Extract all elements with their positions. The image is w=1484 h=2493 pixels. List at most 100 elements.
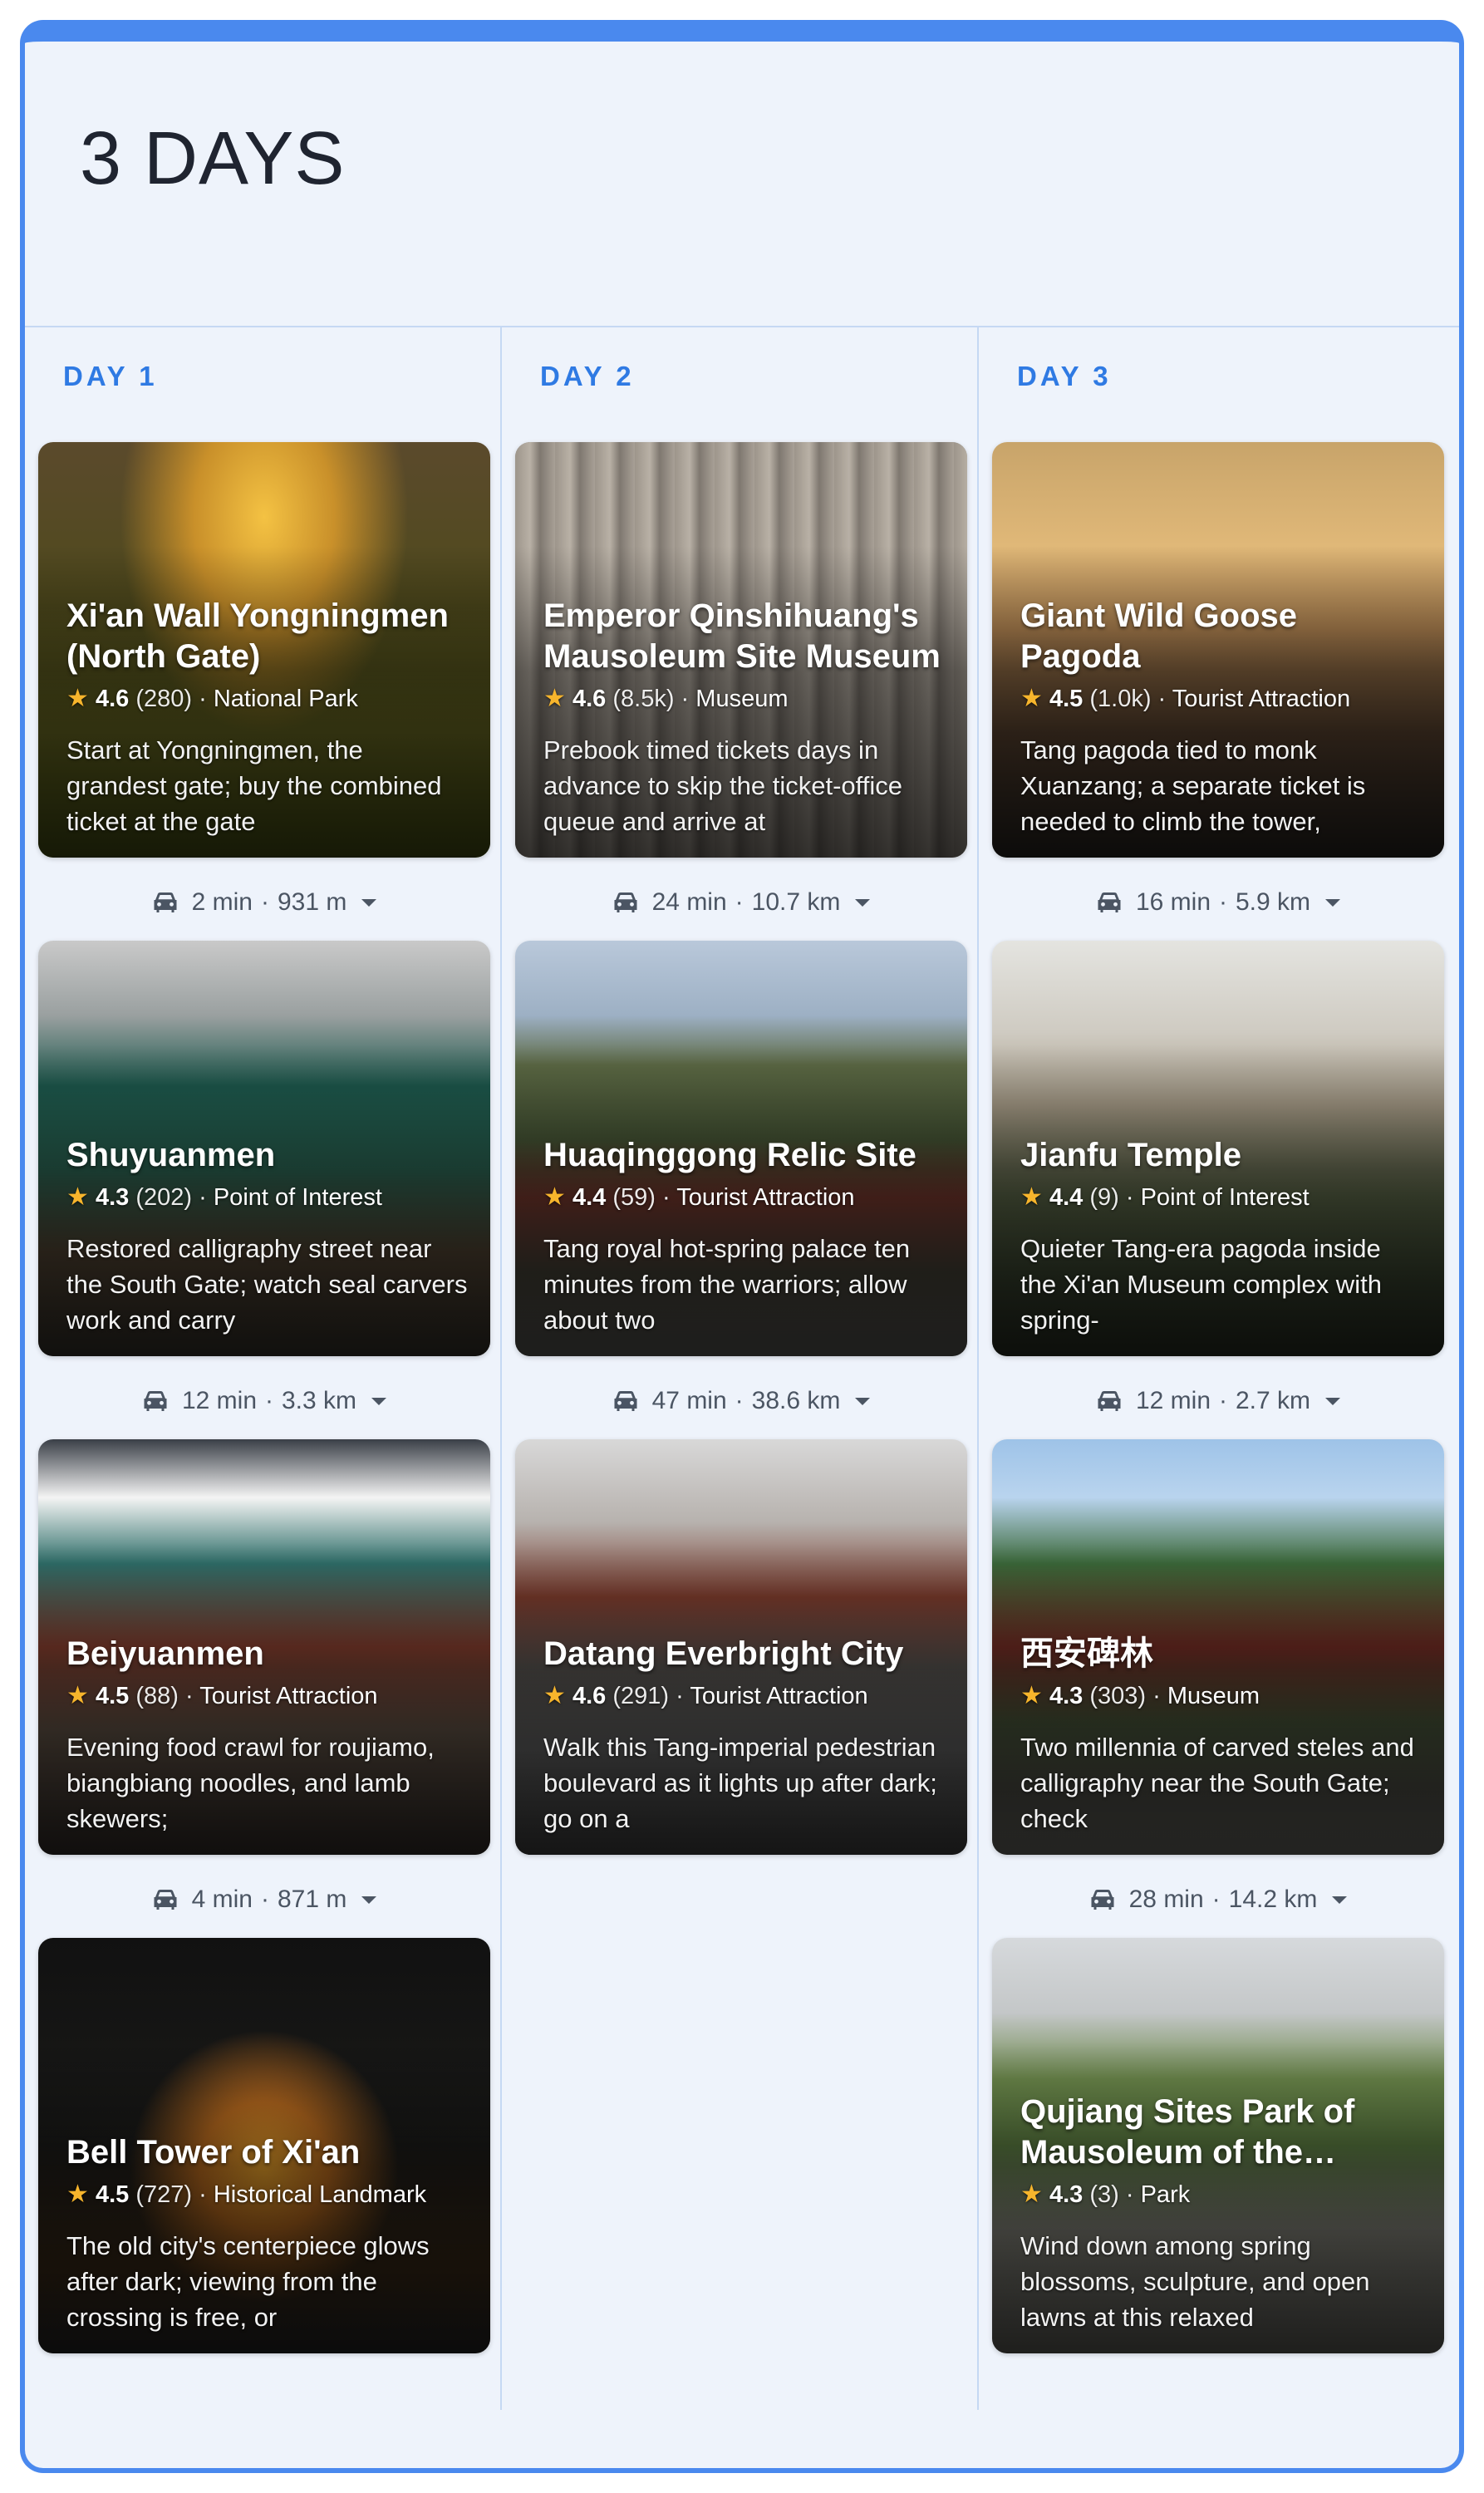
travel-distance: 931 m <box>277 888 347 916</box>
place-rating: 4.6 <box>95 686 130 712</box>
place-meta: ★ 4.5 (727) · Historical Landmark <box>66 2181 427 2208</box>
travel-distance: 14.2 km <box>1228 1886 1318 1913</box>
travel-time: 12 min <box>1135 1387 1211 1414</box>
travel-time: 12 min <box>181 1387 257 1414</box>
place-card[interactable]: 西安碑林 ★ 4.3 (303) · Museum Two millennia … <box>992 1439 1444 1855</box>
place-description: Prebook timed tickets days in advance to… <box>543 735 902 836</box>
place-card[interactable]: Giant Wild Goose Pagoda ★ 4.5 (1.0k) · T… <box>992 442 1444 858</box>
star-icon: ★ <box>543 1682 566 1709</box>
day-column-1: DAY 1 Xi'an Wall Yongningmen (North Gate… <box>25 327 502 2410</box>
place-rating: 4.6 <box>572 1683 607 1709</box>
star-icon: ★ <box>66 2181 89 2208</box>
car-icon <box>614 1391 637 1411</box>
review-count: (202) <box>135 1184 193 1211</box>
place-meta: ★ 4.5 (88) · Tourist Attraction <box>66 1682 378 1709</box>
place-category: National Park <box>213 686 358 712</box>
place-meta: ★ 4.5 (1.0k) · Tourist Attraction <box>1020 685 1351 712</box>
travel-time: 28 min <box>1128 1886 1204 1913</box>
place-card[interactable]: Bell Tower of Xi'an ★ 4.5 (727) · Histor… <box>38 1938 490 2353</box>
day-label: DAY 1 <box>63 361 158 391</box>
travel-distance: 38.6 km <box>751 1387 841 1414</box>
place-rating: 4.3 <box>95 1184 130 1211</box>
place-card[interactable]: Xi'an Wall Yongningmen (North Gate) ★ 4.… <box>38 442 490 858</box>
review-count: (8.5k) <box>612 686 675 712</box>
place-description: Restored calligraphy street near the Sou… <box>66 1234 468 1335</box>
place-meta: ★ 4.6 (291) · Tourist Attraction <box>543 1682 868 1709</box>
travel-time: 2 min <box>191 888 253 916</box>
star-icon: ★ <box>66 1682 89 1709</box>
place-rating: 4.4 <box>1049 1184 1084 1211</box>
review-count: (1.0k) <box>1089 686 1152 712</box>
place-category: Museum <box>695 686 789 712</box>
travel-segment[interactable]: 47 min · 38.6 km <box>502 1383 979 1419</box>
caret-down-icon <box>1325 1397 1341 1405</box>
travel-segment[interactable]: 12 min · 2.7 km <box>979 1383 1456 1419</box>
travel-distance: 5.9 km <box>1236 888 1311 916</box>
place-card[interactable]: Datang Everbright City ★ 4.6 (291) · Tou… <box>515 1439 967 1855</box>
travel-distance: 871 m <box>277 1886 347 1913</box>
place-rating: 4.6 <box>572 686 607 712</box>
star-icon: ★ <box>66 685 89 712</box>
place-meta: ★ 4.3 (303) · Museum <box>1020 1682 1260 1709</box>
star-icon: ★ <box>1020 2181 1043 2208</box>
place-card[interactable]: Beiyuanmen ★ 4.5 (88) · Tourist Attracti… <box>38 1439 490 1855</box>
travel-distance: 2.7 km <box>1236 1387 1311 1414</box>
caret-down-icon <box>371 1397 387 1405</box>
caret-down-icon <box>361 1896 377 1904</box>
place-card[interactable]: Qujiang Sites Park of Mausoleum of the S… <box>992 1938 1444 2353</box>
itinerary-panel: 3 DAYS DAY 1 Xi'an Wall Yongningmen (Nor… <box>20 20 1464 2473</box>
review-count: (9) <box>1089 1184 1119 1211</box>
place-category: Tourist Attraction <box>690 1683 868 1709</box>
place-category: Point of Interest <box>1140 1184 1310 1211</box>
travel-segment[interactable]: 2 min · 931 m <box>25 884 502 921</box>
place-category: Tourist Attraction <box>1172 686 1351 712</box>
travel-segment[interactable]: 16 min · 5.9 km <box>979 884 1456 921</box>
travel-time: 16 min <box>1135 888 1211 916</box>
place-description: Evening food crawl for roujiamo, biangbi… <box>66 1733 435 1833</box>
car-icon <box>154 1890 177 1910</box>
place-rating: 4.3 <box>1049 1683 1084 1709</box>
place-description: Start at Yongningmen, the grandest gate;… <box>66 735 442 836</box>
place-name: Jianfu Temple <box>1020 1137 1241 1173</box>
place-meta: ★ 4.4 (9) · Point of Interest <box>1020 1183 1310 1211</box>
day-label: DAY 3 <box>1017 361 1112 391</box>
travel-segment[interactable]: 24 min · 10.7 km <box>502 884 979 921</box>
place-card[interactable]: Shuyuanmen ★ 4.3 (202) · Point of Intere… <box>38 941 490 1356</box>
day-column-3: DAY 3 Giant Wild Goose Pagoda ★ 4.5 (1.0… <box>979 327 1459 2410</box>
star-icon: ★ <box>543 685 566 712</box>
travel-time: 47 min <box>651 1387 727 1414</box>
place-card[interactable]: Huaqinggong Relic Site ★ 4.4 (59) · Tour… <box>515 941 967 1356</box>
place-rating: 4.4 <box>572 1184 607 1211</box>
place-name: Giant Wild Goose Pagoda <box>1020 597 1297 675</box>
place-name: Beiyuanmen <box>66 1635 264 1672</box>
car-icon <box>614 892 637 912</box>
place-card[interactable]: Emperor Qinshihuang's Mausoleum Site Mus… <box>515 442 967 858</box>
place-description: Two millennia of carved steles and calli… <box>1020 1733 1414 1833</box>
review-count: (303) <box>1089 1683 1147 1709</box>
place-name: Qujiang Sites Park of Mausoleum of the S… <box>1020 2093 1355 2171</box>
travel-time: 4 min <box>191 1886 253 1913</box>
travel-segment[interactable]: 4 min · 871 m <box>25 1881 502 1918</box>
caret-down-icon <box>1332 1896 1348 1904</box>
car-icon <box>154 892 177 912</box>
travel-segment[interactable]: 28 min · 14.2 km <box>979 1881 1456 1918</box>
star-icon: ★ <box>543 1183 566 1211</box>
caret-down-icon <box>855 1397 871 1405</box>
place-meta: ★ 4.4 (59) · Tourist Attraction <box>543 1183 855 1211</box>
place-description: Walk this Tang-imperial pedestrian boule… <box>543 1733 937 1833</box>
place-name: Emperor Qinshihuang's Mausoleum Site Mus… <box>543 597 941 675</box>
star-icon: ★ <box>1020 685 1043 712</box>
day-label: DAY 2 <box>540 361 635 391</box>
place-name: Bell Tower of Xi'an <box>66 2134 361 2171</box>
place-meta: ★ 4.3 (202) · Point of Interest <box>66 1183 382 1211</box>
place-description: Tang pagoda tied to monk Xuanzang; a sep… <box>1020 735 1366 836</box>
place-description: The old city's centerpiece glows after d… <box>66 2231 430 2332</box>
page-title: 3 DAYS <box>80 117 346 200</box>
place-rating: 4.5 <box>95 2181 130 2208</box>
travel-segment[interactable]: 12 min · 3.3 km <box>25 1383 502 1419</box>
place-rating: 4.5 <box>95 1683 130 1709</box>
place-category: Tourist Attraction <box>199 1683 378 1709</box>
car-icon <box>144 1391 167 1411</box>
place-description: Wind down among spring blossoms, sculptu… <box>1020 2231 1370 2332</box>
place-card[interactable]: Jianfu Temple ★ 4.4 (9) · Point of Inter… <box>992 941 1444 1356</box>
